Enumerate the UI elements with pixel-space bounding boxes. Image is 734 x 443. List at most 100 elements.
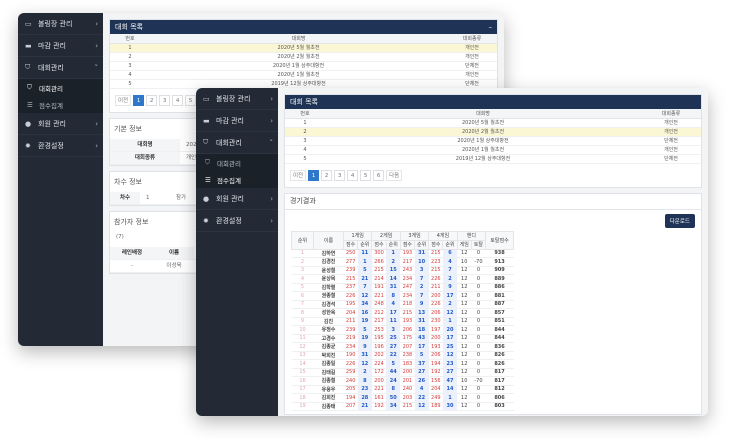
result-handi-game: 12: [457, 274, 472, 284]
sidebar-subitem-scores[interactable]: ☰ 점수집계: [18, 96, 103, 113]
sidebar-subitem-scores[interactable]: ☰ 점수집계: [196, 171, 278, 188]
sidebar-item-label: 마감 관리: [38, 41, 66, 50]
page-button[interactable]: 5: [185, 94, 197, 106]
result-total-score: 844: [485, 325, 514, 335]
sidebar-item-members[interactable]: ● 회원 관리 ›: [196, 188, 278, 210]
page-button[interactable]: 1: [308, 169, 320, 181]
table-row[interactable]: 4 2020년 1월 월초전 개인전: [110, 70, 497, 80]
sidebar-item-bowling[interactable]: ▭ 볼링장 관리 ›: [196, 88, 278, 110]
result-g2-rank: 1: [386, 249, 401, 258]
result-g1-score: 226: [343, 291, 358, 301]
result-total-score: 817: [485, 376, 514, 386]
page-button[interactable]: 6: [373, 169, 385, 181]
result-handi-total: 0: [471, 359, 486, 369]
result-g3-rank: 12: [414, 402, 429, 411]
table-row[interactable]: 5 2019년 12월 상주대항전 단체전: [285, 154, 701, 164]
result-player-name: 권종철: [313, 291, 344, 301]
info-value: 개인: [186, 154, 197, 161]
result-handi-total: 0: [471, 266, 486, 275]
table-row[interactable]: 1 2020년 5월 월초전 개인전: [285, 118, 701, 128]
result-g1-rank: 5: [357, 325, 372, 335]
sidebar-item-settings[interactable]: ✹ 환경설정 ›: [18, 135, 103, 157]
table-row[interactable]: 4 2020년 1월 월초전 개인전: [285, 145, 701, 155]
table-row[interactable]: 3 2020년 1월 상주대항전 단체전: [110, 61, 497, 71]
result-row: 13 박희진 190 31 202 22 238 5 206 12 12 0 826: [291, 351, 514, 360]
result-g3-rank: 27: [414, 368, 429, 377]
result-g2-score: 202: [371, 351, 387, 360]
result-handi-total: 0: [471, 291, 486, 301]
sidebar-subitem-tournament[interactable]: ⛉ 대회관리: [196, 154, 278, 171]
result-g3-rank: 37: [414, 359, 429, 369]
result-g4-score: 206: [428, 351, 443, 360]
result-row: 16 김종철 240 8 200 24 201 26 156 47 10 -70 817: [291, 376, 514, 386]
table-row[interactable]: 2 2020년 2월 월초전 개인전: [110, 52, 497, 62]
result-g3-rank: 31: [414, 317, 429, 326]
result-player-name: 김진: [313, 317, 344, 326]
chevron-down-icon: ˅: [94, 63, 99, 72]
column-header: 번호: [110, 34, 150, 44]
result-g1-score: 204: [343, 308, 358, 318]
collapse-icon[interactable]: –: [489, 23, 493, 31]
result-g4-rank: 2: [442, 274, 458, 284]
sidebar-item-settings[interactable]: ✹ 환경설정 ›: [196, 210, 278, 232]
result-total-score: 817: [485, 368, 514, 377]
result-g2-score: 192: [371, 402, 387, 411]
panel-title: 대회 목록: [115, 23, 143, 31]
result-total-score: 836: [485, 342, 514, 352]
page-button[interactable]: 1: [133, 94, 145, 106]
info-extra: 참가: [176, 194, 187, 201]
result-handi-total: 0: [471, 249, 486, 258]
sidebar-item-bowling[interactable]: ▭ 볼링장 관리 ›: [18, 13, 103, 35]
result-total-score: 886: [485, 283, 514, 292]
result-player-name: 윤상목: [313, 274, 344, 284]
result-g3-score: 243: [400, 266, 415, 275]
result-g3-score: 218: [400, 300, 415, 309]
row-number: 2: [285, 127, 325, 137]
tournament-type: 단체전: [447, 61, 497, 71]
page-button[interactable]: 4: [172, 94, 184, 106]
result-g3-rank: 26: [414, 376, 429, 386]
result-g2-score: 196: [371, 342, 387, 352]
page-button[interactable]: 2: [146, 94, 158, 106]
sidebar-item-closing[interactable]: ▬ 마감 관리 ›: [196, 110, 278, 132]
next-page-button[interactable]: 다음: [386, 169, 403, 181]
page-button[interactable]: 3: [159, 94, 171, 106]
result-g4-score: 215: [428, 249, 443, 258]
sidebar-subitem-tournament[interactable]: ⛉ 대회관리: [18, 79, 103, 96]
sub-header-game: 게임: [456, 239, 472, 250]
result-g3-score: 193: [400, 249, 415, 258]
result-g2-score: 195: [371, 334, 387, 343]
result-g2-score: 172: [371, 368, 387, 377]
column-header: 이름: [154, 246, 194, 259]
result-g3-score: 215: [400, 308, 415, 318]
result-handi-game: 10: [457, 376, 472, 386]
table-row[interactable]: 1 2020년 5월 월초전 개인전: [110, 43, 497, 53]
page-button[interactable]: 3: [334, 169, 346, 181]
sub-header-score: 점수: [399, 239, 416, 250]
result-g4-score: 223: [428, 257, 443, 267]
user-icon: ●: [203, 194, 210, 203]
table-row[interactable]: 2 2020년 2월 월초전 개인전: [285, 127, 701, 137]
result-g1-rank: 19: [357, 317, 372, 326]
result-handi-total: 0: [471, 300, 486, 309]
sidebar-item-tournament[interactable]: ⛉ 대회관리 ˅: [18, 57, 103, 79]
page-button[interactable]: 4: [347, 169, 359, 181]
chevron-right-icon: ›: [95, 19, 98, 28]
monitor-icon: ▭: [25, 19, 32, 28]
page-button[interactable]: 2: [321, 169, 333, 181]
sidebar-item-tournament[interactable]: ⛉ 대회관리 ˅: [196, 132, 278, 154]
result-g1-rank: 2: [357, 368, 372, 377]
table-row[interactable]: 5 2019년 12월 상주대항전 단체전: [110, 79, 497, 89]
sidebar-item-closing[interactable]: ▬ 마감 관리 ›: [18, 35, 103, 57]
result-g1-score: 226: [343, 359, 358, 369]
sidebar-item-members[interactable]: ● 회원 관리 ›: [18, 113, 103, 135]
prev-page-button[interactable]: 이전: [115, 94, 132, 106]
table-row[interactable]: 3 2020년 1월 상주대항전 단체전: [285, 136, 701, 146]
column-header: 3게임: [399, 230, 430, 241]
info-value: 1: [146, 194, 150, 201]
download-button[interactable]: 다운로드: [664, 213, 695, 228]
column-header: 1게임: [342, 230, 373, 241]
sub-header-score: 점수: [428, 239, 444, 250]
prev-page-button[interactable]: 이전: [290, 169, 307, 181]
page-button[interactable]: 5: [360, 169, 372, 181]
